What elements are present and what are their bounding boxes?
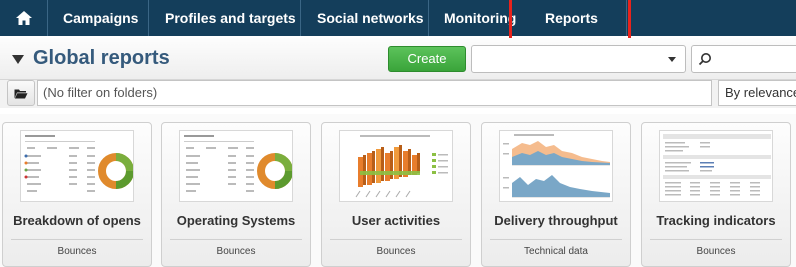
page-title: Global reports [33,47,170,69]
folder-icon [14,89,28,98]
home-icon [15,11,32,25]
card-divider [650,239,782,240]
report-title: Tracking indicators [656,213,776,228]
search-icon [698,53,711,66]
report-category: Bounces [57,246,97,257]
nav-profiles-and-targets[interactable]: Profiles and targets [149,0,301,36]
donut-chart-thumbnail [179,130,293,202]
home-button[interactable] [0,0,48,36]
folder-filter-button[interactable] [7,80,35,106]
report-category: Bounces [216,246,256,257]
report-card-user-activities[interactable]: User activities Bounces [321,122,471,267]
area-chart-thumbnail [499,130,613,202]
report-title: Breakdown of opens [13,213,141,228]
3d-bar-chart-thumbnail [339,130,453,202]
report-title: Operating Systems [176,213,296,228]
search-input[interactable] [691,45,796,73]
report-card-tracking-indicators[interactable]: Tracking indicators Bounces [641,122,791,267]
report-category: Bounces [376,246,416,257]
report-card-breakdown-of-opens[interactable]: Breakdown of opens Bounces [2,122,152,267]
donut-chart-thumbnail [20,130,134,202]
card-divider [490,239,622,240]
nav-monitoring[interactable]: Monitoring [429,0,529,36]
card-divider [170,239,302,240]
sort-select[interactable]: By relevance [718,80,796,106]
card-divider [330,239,462,240]
report-category: Technical data [524,246,588,257]
nav-reports[interactable]: Reports [529,0,627,36]
report-type-select[interactable] [471,45,686,73]
nav-campaigns[interactable]: Campaigns [48,0,149,36]
chevron-down-icon [668,57,676,62]
card-divider [11,239,143,240]
create-button[interactable]: Create [388,46,466,72]
table-thumbnail [659,130,773,202]
report-title: User activities [351,213,441,228]
report-title: Delivery throughput [494,213,618,228]
top-navigation: Campaigns Profiles and targets Social ne… [0,0,796,36]
collapse-caret-icon[interactable] [12,55,24,64]
folder-filter-field[interactable]: (No filter on folders) [37,80,712,106]
report-card-delivery-throughput[interactable]: Delivery throughput Technical data [481,122,631,267]
report-category: Bounces [696,246,736,257]
nav-social-networks[interactable]: Social networks [301,0,429,36]
report-card-operating-systems[interactable]: Operating Systems Bounces [161,122,311,267]
